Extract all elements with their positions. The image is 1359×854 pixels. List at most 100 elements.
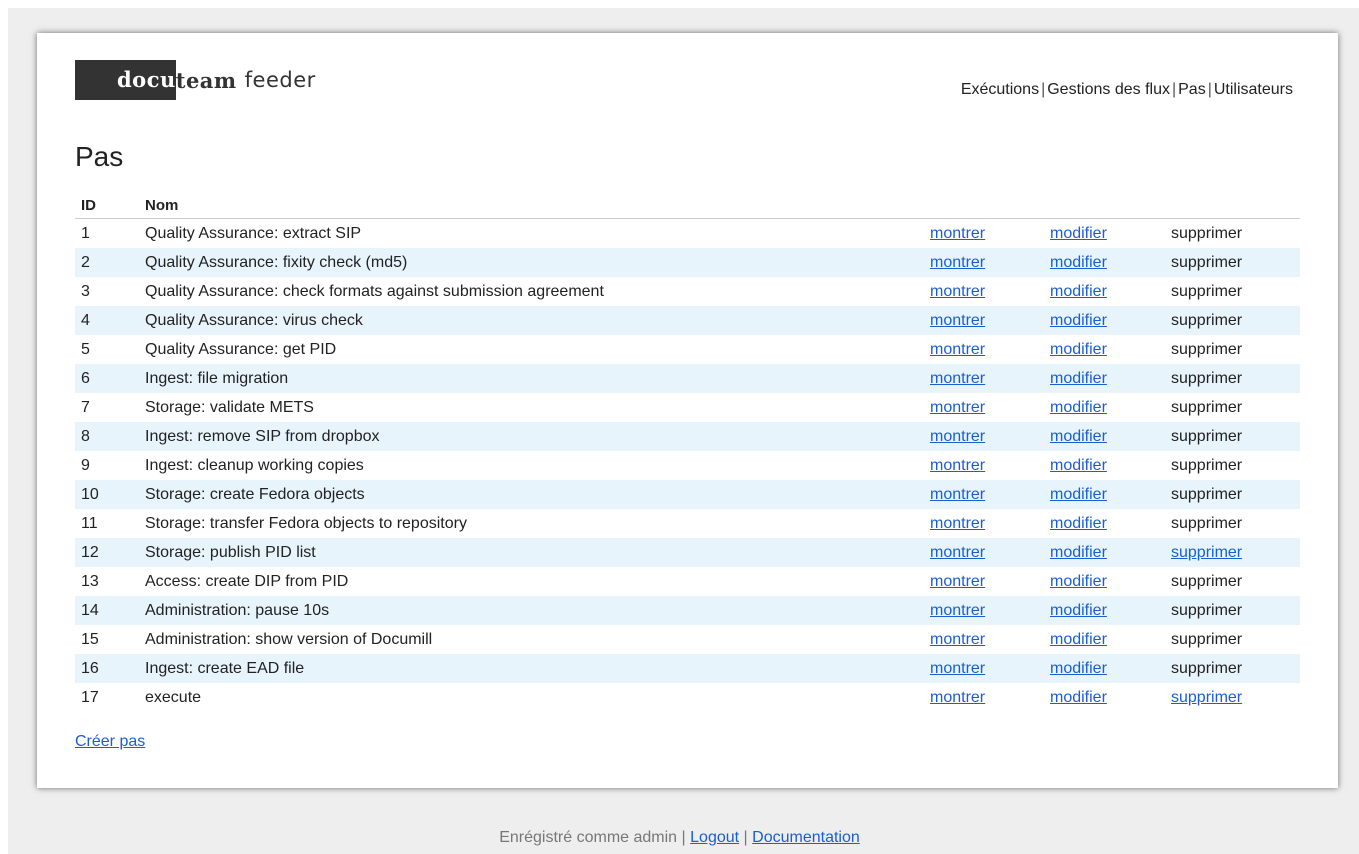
documentation-link[interactable]: Documentation <box>752 829 860 846</box>
row-edit-cell: modifier <box>1044 219 1165 249</box>
delete-text: supprimer <box>1171 630 1243 648</box>
show-link[interactable]: montrer <box>930 689 985 706</box>
row-edit-cell: modifier <box>1044 480 1165 509</box>
delete-text: supprimer <box>1171 485 1243 503</box>
row-id: 4 <box>75 306 139 335</box>
row-edit-cell: modifier <box>1044 683 1165 712</box>
show-link[interactable]: montrer <box>930 399 985 416</box>
create-step-link[interactable]: Créer pas <box>75 733 145 751</box>
row-show-cell: montrer <box>924 509 1044 538</box>
steps-table: ID Nom 1 Quality Assurance: extract SIP mo… <box>75 193 1300 712</box>
row-edit-cell: modifier <box>1044 364 1165 393</box>
edit-link[interactable]: modifier <box>1050 486 1107 503</box>
row-delete-cell: supprimer <box>1165 248 1300 277</box>
edit-link[interactable]: modifier <box>1050 515 1107 532</box>
delete-text: supprimer <box>1171 427 1243 445</box>
row-show-cell: montrer <box>924 364 1044 393</box>
delete-link[interactable]: supprimer <box>1171 689 1242 706</box>
edit-link[interactable]: modifier <box>1050 660 1107 677</box>
row-show-cell: montrer <box>924 683 1044 712</box>
row-show-cell: montrer <box>924 538 1044 567</box>
delete-text: supprimer <box>1171 282 1243 300</box>
row-show-cell: montrer <box>924 219 1044 249</box>
edit-link[interactable]: modifier <box>1050 544 1107 561</box>
row-delete-cell: supprimer <box>1165 277 1300 306</box>
edit-link[interactable]: modifier <box>1050 573 1107 590</box>
row-show-cell: montrer <box>924 422 1044 451</box>
show-link[interactable]: montrer <box>930 283 985 300</box>
row-name: Administration: pause 10s <box>139 596 924 625</box>
table-row: 7 Storage: validate METS montrer modifier su… <box>75 393 1300 422</box>
edit-link[interactable]: modifier <box>1050 283 1107 300</box>
show-link[interactable]: montrer <box>930 370 985 387</box>
show-link[interactable]: montrer <box>930 544 985 561</box>
row-edit-cell: modifier <box>1044 538 1165 567</box>
edit-link[interactable]: modifier <box>1050 602 1107 619</box>
table-body: 1 Quality Assurance: extract SIP montrer mo… <box>75 219 1300 713</box>
delete-link[interactable]: supprimer <box>1171 544 1242 561</box>
show-link[interactable]: montrer <box>930 602 985 619</box>
edit-link[interactable]: modifier <box>1050 370 1107 387</box>
row-id: 13 <box>81 572 99 590</box>
row-name: Quality Assurance: check formats against… <box>145 282 604 300</box>
row-delete-cell: supprimer <box>1165 625 1300 654</box>
show-link[interactable]: montrer <box>930 486 985 503</box>
nav-users[interactable]: Utilisateurs <box>1214 81 1293 98</box>
edit-link[interactable]: modifier <box>1050 689 1107 706</box>
footer: Enrégistré comme admin | Logout | Docume… <box>0 829 1359 847</box>
edit-link[interactable]: modifier <box>1050 399 1107 416</box>
show-link[interactable]: montrer <box>930 312 985 329</box>
show-link[interactable]: montrer <box>930 428 985 445</box>
edit-link[interactable]: modifier <box>1050 312 1107 329</box>
row-id: 1 <box>81 224 90 242</box>
row-show-cell: montrer <box>924 248 1044 277</box>
show-link[interactable]: montrer <box>930 457 985 474</box>
row-edit-cell: modifier <box>1044 335 1165 364</box>
row-name: Quality Assurance: fixity check (md5) <box>139 248 924 277</box>
logout-link[interactable]: Logout <box>690 829 739 846</box>
delete-text: supprimer <box>1171 601 1243 619</box>
delete-text: supprimer <box>1171 311 1243 329</box>
logo-docu: docu <box>75 60 176 100</box>
show-link[interactable]: montrer <box>930 225 985 242</box>
show-link[interactable]: montrer <box>930 254 985 271</box>
app-logo[interactable]: docu team feeder <box>75 60 316 100</box>
show-link[interactable]: montrer <box>930 341 985 358</box>
row-delete-cell: supprimer <box>1165 451 1300 480</box>
edit-link[interactable]: modifier <box>1050 254 1107 271</box>
row-name: Storage: create Fedora objects <box>139 480 924 509</box>
show-link[interactable]: montrer <box>930 573 985 590</box>
edit-link[interactable]: modifier <box>1050 428 1107 445</box>
row-id: 5 <box>81 340 90 358</box>
nav-executions[interactable]: Exécutions <box>961 81 1039 98</box>
row-delete-cell: supprimer <box>1165 567 1300 596</box>
row-edit-cell: modifier <box>1044 248 1165 277</box>
show-link[interactable]: montrer <box>930 660 985 677</box>
show-link[interactable]: montrer <box>930 631 985 648</box>
row-delete-cell: supprimer <box>1165 654 1300 683</box>
show-link[interactable]: montrer <box>930 515 985 532</box>
row-delete-cell: supprimer <box>1165 306 1300 335</box>
row-id: 14 <box>75 596 139 625</box>
nav-steps[interactable]: Pas <box>1178 81 1206 98</box>
page-title: Pas <box>75 141 124 172</box>
edit-link[interactable]: modifier <box>1050 225 1107 242</box>
nav-flows[interactable]: Gestions des flux <box>1047 81 1170 98</box>
delete-text: supprimer <box>1171 369 1243 387</box>
row-show-cell: montrer <box>924 480 1044 509</box>
table-row: 6 Ingest: file migration montrer modifier su… <box>75 364 1300 393</box>
edit-link[interactable]: modifier <box>1050 341 1107 358</box>
edit-link[interactable]: modifier <box>1050 631 1107 648</box>
nav-separator: | <box>1041 81 1046 98</box>
row-id: 17 <box>81 688 99 706</box>
row-name: Quality Assurance: extract SIP <box>145 224 362 242</box>
row-delete-cell: supprimer <box>1165 683 1300 712</box>
edit-link[interactable]: modifier <box>1050 457 1107 474</box>
row-name: execute <box>145 688 202 706</box>
table-row: 17 execute montrer modifier supprimer <box>75 683 1300 712</box>
row-name: Ingest: remove SIP from dropbox <box>139 422 924 451</box>
header-id: ID <box>75 193 139 219</box>
table-row: 16 Ingest: create EAD file montrer modifier… <box>75 654 1300 683</box>
row-id: 8 <box>75 422 139 451</box>
row-show-cell: montrer <box>924 596 1044 625</box>
